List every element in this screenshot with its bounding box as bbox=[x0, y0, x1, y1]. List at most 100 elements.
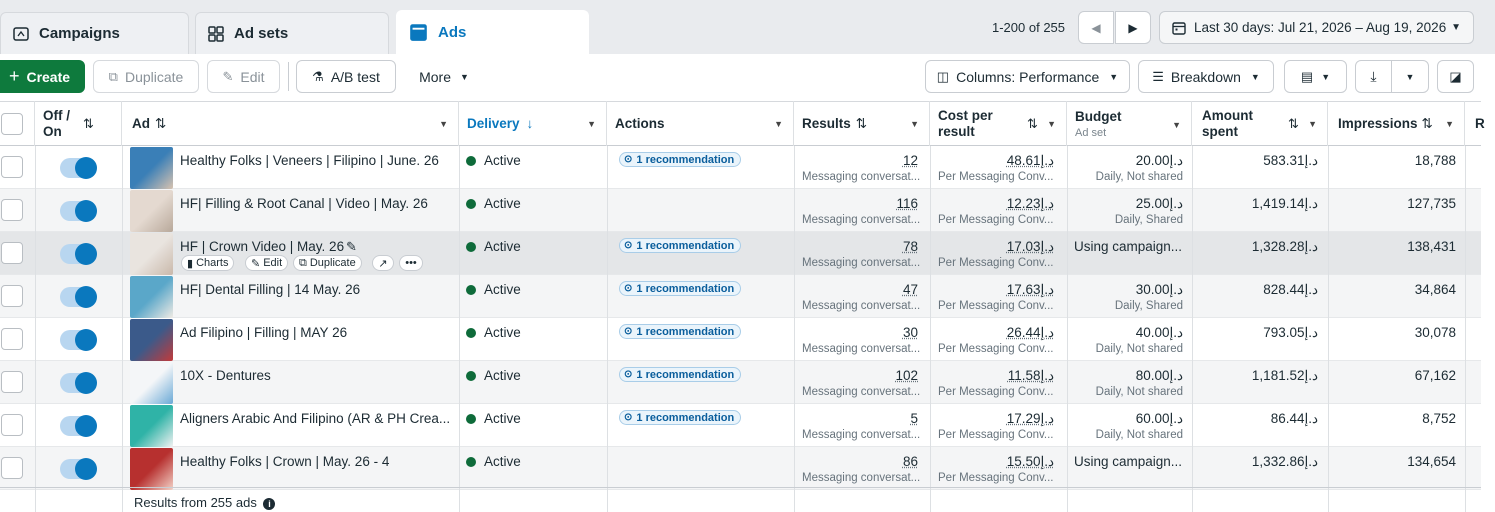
arrow-down-icon[interactable]: ↓ bbox=[527, 116, 534, 131]
row-checkbox[interactable] bbox=[1, 156, 23, 178]
row-checkbox[interactable] bbox=[1, 285, 23, 307]
chevron-down-icon[interactable]: ▼ bbox=[774, 119, 783, 129]
reports-button[interactable]: ▤ ▼ bbox=[1284, 60, 1347, 93]
ad-thumbnail[interactable] bbox=[130, 362, 173, 404]
row-checkbox[interactable] bbox=[1, 242, 23, 264]
cost-per-result-value[interactable]: 17.29د.إ bbox=[930, 411, 1054, 427]
ad-toggle[interactable] bbox=[60, 372, 97, 394]
header-impressions[interactable]: Impressions ⇅ ▼ bbox=[1328, 101, 1465, 146]
header-ad[interactable]: Ad ⇅ ▼ bbox=[122, 101, 459, 146]
chevron-down-icon[interactable]: ▼ bbox=[439, 119, 448, 129]
header-next-column[interactable]: R bbox=[1465, 101, 1485, 146]
ab-test-button[interactable]: ⚗ A/B test bbox=[296, 60, 396, 93]
ad-name[interactable]: HF| Filling & Root Canal | Video | May. … bbox=[180, 196, 428, 211]
header-off-on[interactable]: Off / On ⇅ bbox=[35, 101, 122, 146]
export-menu-button[interactable]: ▼ bbox=[1391, 60, 1429, 93]
charts-button[interactable]: ▮ Charts bbox=[181, 255, 235, 271]
cost-per-result-value[interactable]: 48.61د.إ bbox=[930, 153, 1054, 169]
tab-campaigns[interactable]: Campaigns bbox=[0, 12, 189, 54]
header-actions[interactable]: Actions ▼ bbox=[607, 101, 794, 146]
recommendation-badge[interactable]: ⊙ 1 recommendation bbox=[619, 152, 742, 167]
header-select-all[interactable] bbox=[0, 101, 35, 146]
results-value[interactable]: 5 bbox=[794, 411, 918, 426]
edit-button[interactable]: ✎ Edit bbox=[207, 60, 280, 93]
date-range-picker[interactable]: Last 30 days: Jul 21, 2026 – Aug 19, 202… bbox=[1159, 11, 1474, 44]
tab-ad-sets[interactable]: Ad sets bbox=[195, 12, 389, 54]
ad-thumbnail[interactable] bbox=[130, 147, 173, 189]
cost-per-result-value[interactable]: 17.03د.إ bbox=[930, 239, 1054, 255]
row-checkbox[interactable] bbox=[1, 199, 23, 221]
ad-toggle[interactable] bbox=[60, 200, 97, 222]
select-all-checkbox[interactable] bbox=[1, 112, 23, 135]
ad-name[interactable]: Ad Filipino | Filling | MAY 26 bbox=[180, 325, 347, 340]
pencil-icon[interactable]: ✎ bbox=[346, 239, 357, 255]
results-value[interactable]: 102 bbox=[794, 368, 918, 383]
ad-name[interactable]: Aligners Arabic And Filipino (AR & PH Cr… bbox=[180, 411, 450, 426]
ad-toggle[interactable] bbox=[60, 458, 97, 480]
ad-name[interactable]: Healthy Folks | Crown | May. 26 - 4 bbox=[180, 454, 389, 469]
breakdown-button[interactable]: ☰ Breakdown ▼ bbox=[1138, 60, 1274, 93]
recommendation-badge[interactable]: ⊙ 1 recommendation bbox=[619, 324, 742, 339]
header-amount-spent[interactable]: Amount spent ⇅ ▼ bbox=[1192, 101, 1328, 146]
chart-view-button[interactable]: ◪ bbox=[1437, 60, 1474, 93]
recommendation-badge[interactable]: ⊙ 1 recommendation bbox=[619, 281, 742, 296]
info-icon[interactable]: i bbox=[263, 498, 276, 510]
ad-name[interactable]: HF| Dental Filling | 14 May. 26 bbox=[180, 282, 360, 297]
ad-name[interactable]: Healthy Folks | Veneers | Filipino | Jun… bbox=[180, 153, 439, 168]
ad-thumbnail[interactable] bbox=[130, 190, 173, 232]
results-value[interactable]: 30 bbox=[794, 325, 918, 340]
chevron-down-icon[interactable]: ▼ bbox=[1445, 119, 1454, 129]
row-checkbox[interactable] bbox=[1, 414, 23, 436]
recommendation-badge[interactable]: ⊙ 1 recommendation bbox=[619, 367, 742, 382]
row-checkbox[interactable] bbox=[1, 457, 23, 479]
sort-icon[interactable]: ⇅ bbox=[856, 116, 867, 132]
header-delivery[interactable]: Delivery ↓ ▼ bbox=[459, 101, 607, 146]
ad-toggle[interactable] bbox=[60, 286, 97, 308]
cost-per-result-value[interactable]: 11.58د.إ bbox=[930, 368, 1054, 384]
row-preview-button[interactable]: ↗ bbox=[372, 255, 394, 271]
columns-button[interactable]: ◫ Columns: Performance ▼ bbox=[925, 60, 1130, 93]
recommendation-badge[interactable]: ⊙ 1 recommendation bbox=[619, 410, 742, 425]
sort-icon[interactable]: ⇅ bbox=[1288, 116, 1299, 132]
ad-toggle[interactable] bbox=[60, 243, 97, 265]
row-duplicate-button[interactable]: ⧉ Duplicate bbox=[293, 255, 362, 271]
ad-toggle[interactable] bbox=[60, 329, 97, 351]
sort-icon[interactable]: ⇅ bbox=[155, 116, 166, 132]
results-value[interactable]: 12 bbox=[794, 153, 918, 168]
ad-toggle[interactable] bbox=[60, 415, 97, 437]
row-checkbox[interactable] bbox=[1, 328, 23, 350]
cost-per-result-value[interactable]: 26.44د.إ bbox=[930, 325, 1054, 341]
pager-next-button[interactable]: ▶ bbox=[1115, 11, 1151, 44]
ad-name[interactable]: 10X - Dentures bbox=[180, 368, 271, 383]
budget-value[interactable]: Using campaign... bbox=[1074, 239, 1192, 254]
chevron-down-icon[interactable]: ▼ bbox=[587, 119, 596, 129]
chevron-down-icon[interactable]: ▼ bbox=[1047, 116, 1056, 132]
export-button[interactable]: ⤓ bbox=[1355, 60, 1392, 93]
cost-per-result-value[interactable]: 12.23د.إ bbox=[930, 196, 1054, 212]
sort-icon[interactable]: ⇅ bbox=[1027, 116, 1038, 132]
row-edit-button[interactable]: ✎ Edit bbox=[245, 255, 289, 271]
sort-icon[interactable]: ⇅ bbox=[1422, 116, 1433, 132]
chevron-down-icon[interactable]: ▼ bbox=[910, 119, 919, 129]
ad-thumbnail[interactable] bbox=[130, 233, 173, 275]
chevron-down-icon[interactable]: ▼ bbox=[1172, 117, 1181, 133]
ad-thumbnail[interactable] bbox=[130, 405, 173, 447]
pager-prev-button[interactable]: ◀ bbox=[1078, 11, 1114, 44]
header-results[interactable]: Results ⇅ ▼ bbox=[794, 101, 930, 146]
row-more-button[interactable]: ••• bbox=[399, 255, 423, 271]
tab-ads[interactable]: Ads bbox=[396, 10, 589, 54]
create-button[interactable]: + Create bbox=[0, 60, 85, 93]
ad-thumbnail[interactable] bbox=[130, 448, 173, 490]
row-checkbox[interactable] bbox=[1, 371, 23, 393]
more-button[interactable]: More ▼ bbox=[404, 60, 484, 93]
results-value[interactable]: 47 bbox=[794, 282, 918, 297]
cost-per-result-value[interactable]: 17.63د.إ bbox=[930, 282, 1054, 298]
ad-thumbnail[interactable] bbox=[130, 319, 173, 361]
header-budget[interactable]: Budget Ad set ▼ bbox=[1067, 101, 1192, 146]
duplicate-button[interactable]: ⧉ Duplicate bbox=[93, 60, 199, 93]
ad-name[interactable]: HF | Crown Video | May. 26 bbox=[180, 239, 344, 254]
sort-icon[interactable]: ⇅ bbox=[83, 116, 94, 132]
ad-thumbnail[interactable] bbox=[130, 276, 173, 318]
results-value[interactable]: 86 bbox=[794, 454, 918, 469]
recommendation-badge[interactable]: ⊙ 1 recommendation bbox=[619, 238, 742, 253]
